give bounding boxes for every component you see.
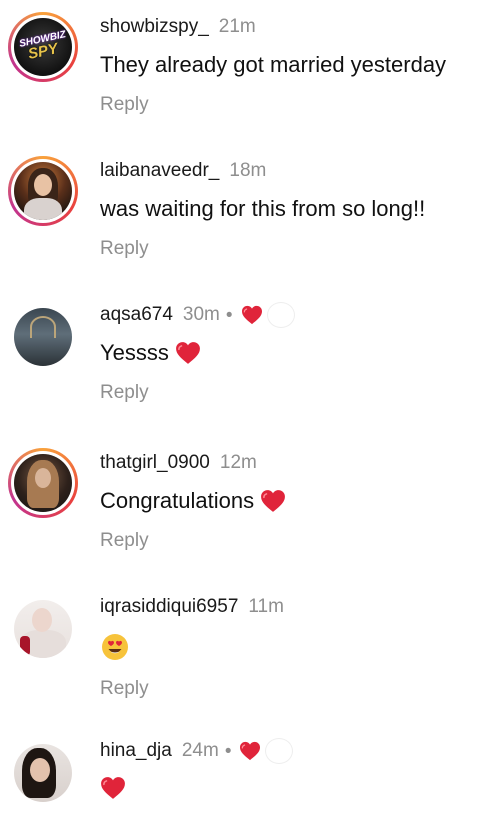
comment-text-body: Yessss: [100, 340, 169, 365]
avatar-container[interactable]: [8, 302, 78, 372]
reply-button[interactable]: Reply: [100, 530, 149, 552]
avatar-story-ring[interactable]: SHOWBIZ SPY: [8, 12, 78, 82]
avatar[interactable]: [14, 308, 72, 366]
avatar[interactable]: [14, 162, 72, 220]
comments-list: SHOWBIZ SPY showbizspy_ 21m They already…: [0, 0, 494, 815]
avatar[interactable]: SHOWBIZ SPY: [14, 18, 72, 76]
comment-text: was waiting for this from so long!!: [100, 196, 484, 222]
comment-username[interactable]: laibanaveedr_: [100, 160, 219, 182]
red-heart-emoji-icon: [100, 776, 126, 800]
liked-by-creator-heart-icon: [239, 741, 261, 761]
comment-text-body: Congratulations: [100, 488, 255, 513]
avatar-container[interactable]: [8, 594, 78, 664]
avatar[interactable]: [14, 600, 72, 658]
comment-text: [100, 776, 484, 800]
comment-text: Congratulations: [100, 488, 484, 514]
avatar-story-ring[interactable]: [8, 156, 78, 226]
creator-avatar-icon: [266, 302, 295, 328]
comment-username[interactable]: iqrasiddiqui6957: [100, 596, 238, 618]
comment-text-body: was waiting for this from so long!!: [100, 196, 426, 221]
comment-username[interactable]: showbizspy_: [100, 16, 209, 38]
red-heart-emoji-icon: [175, 341, 201, 365]
separator-dot: •: [224, 740, 232, 762]
comment-username[interactable]: hina_dja: [100, 740, 172, 762]
comment-text-body: They already got married yesterday: [100, 52, 447, 77]
creator-avatar-icon: [265, 738, 294, 764]
comment-time: 11m: [248, 596, 284, 617]
heart-eyes-emoji-icon: [102, 634, 128, 660]
avatar-container[interactable]: [8, 738, 78, 808]
reply-button[interactable]: Reply: [100, 238, 149, 260]
comment-username[interactable]: thatgirl_0900: [100, 452, 210, 474]
comment-text: [100, 632, 484, 662]
comment-time: 21m: [218, 16, 256, 37]
avatar[interactable]: [14, 744, 72, 802]
comment-time: 12m: [219, 452, 257, 473]
reply-button[interactable]: Reply: [100, 678, 149, 700]
liked-by-creator-heart-icon: [241, 305, 263, 325]
comment-time: 18m: [229, 160, 267, 181]
separator-dot: •: [225, 304, 233, 326]
comment-time: 30m: [182, 304, 220, 325]
comment-text: They already got married yesterday: [100, 52, 484, 78]
comment-username[interactable]: aqsa674: [100, 304, 173, 326]
comment-text: Yessss: [100, 340, 484, 366]
reply-button[interactable]: Reply: [100, 94, 149, 116]
reply-button[interactable]: Reply: [100, 382, 149, 404]
red-heart-emoji-icon: [260, 489, 286, 513]
avatar-story-ring[interactable]: [8, 448, 78, 518]
comment-time: 24m: [181, 740, 219, 761]
avatar[interactable]: [14, 454, 72, 512]
